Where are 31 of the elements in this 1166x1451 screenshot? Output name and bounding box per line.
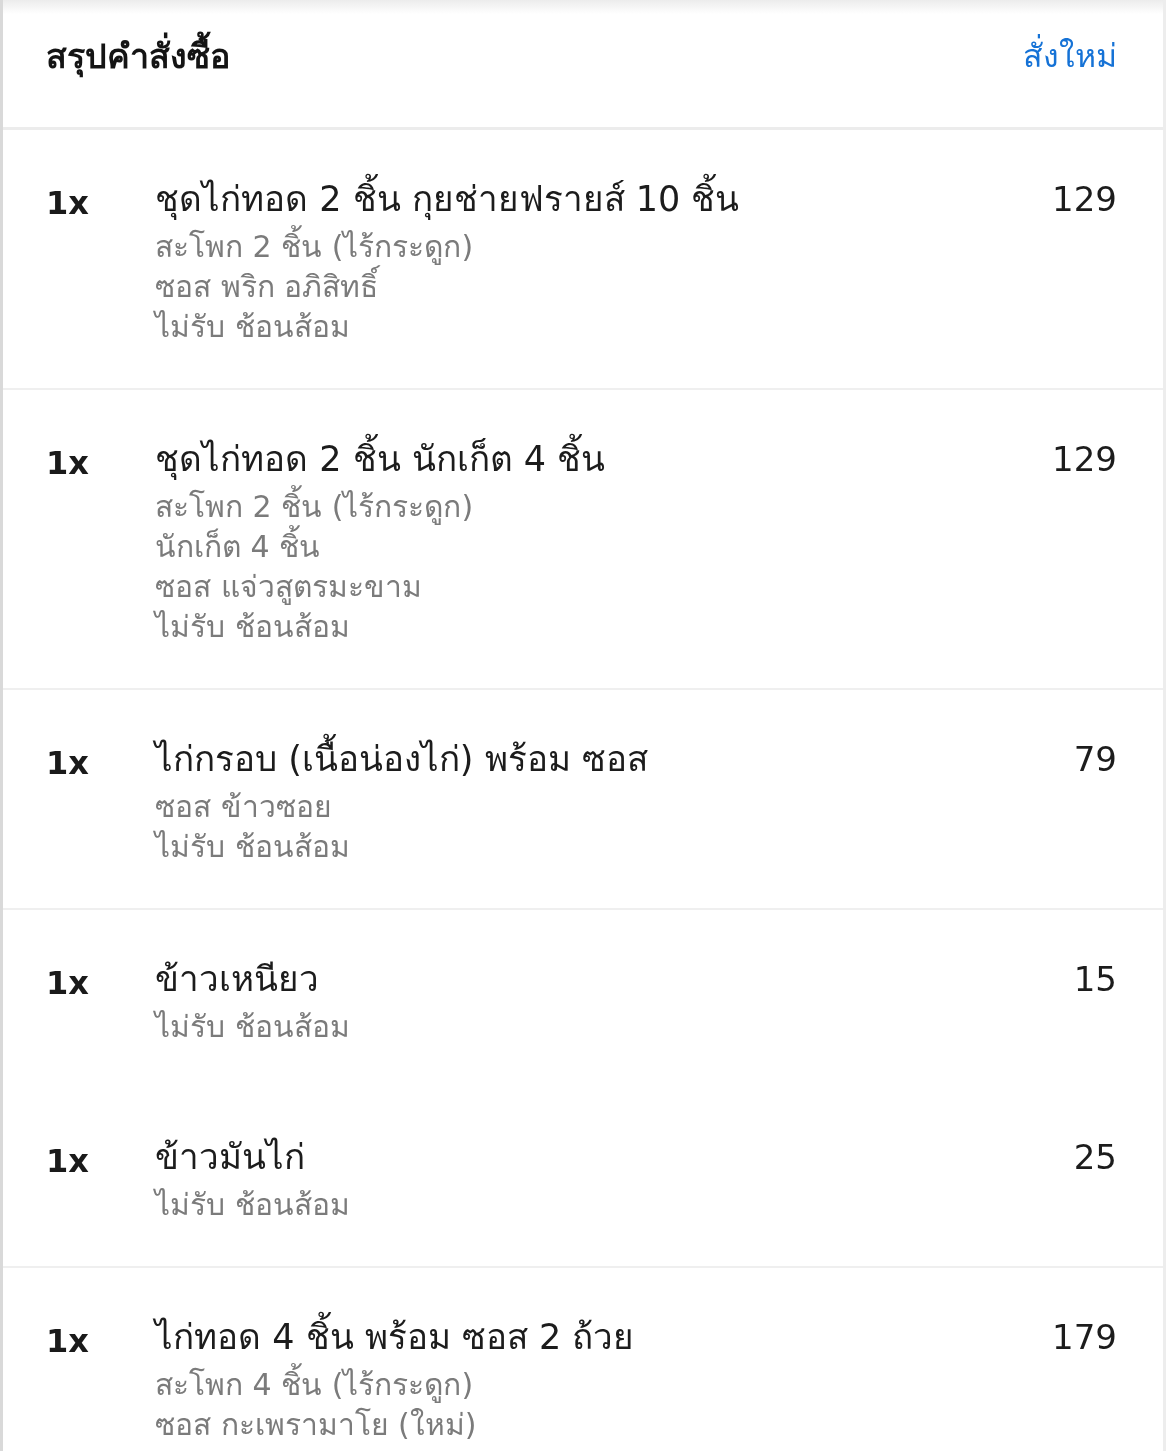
option-text: ไม่รับ ช้อนส้อม [155,1008,351,1046]
item-name: ข้าวเหนียว [155,958,320,1001]
item-price: 179 [1052,1316,1117,1359]
item-price: 129 [1052,438,1117,481]
option-text: ไม่รับ ช้อนส้อม [155,308,351,346]
quantity-label: 1x [46,963,90,1004]
option-text: ไม่รับ ช้อนส้อม [155,608,351,646]
item-name: ชุดไก่ทอด 2 ชิ้น กุยช่ายฟรายส์ 10 ชิ้น [155,173,1053,225]
quantity-label: 1x [46,1141,90,1182]
option-text: นักเก็ต 4 ชิ้น [155,527,1053,567]
option-text: ซอส กะเพรามาโย (ใหม่) [155,1406,478,1444]
item-name: ไก่ทอด 4 ชิ้น พร้อม ซอส 2 ถ้วย [155,1311,1053,1363]
option-text: ซอส แจ่วสูตรมะขาม [155,568,423,607]
item-name: ไก่กรอบ (เนื้อน่องไก่) พร้อม ซอส [155,733,1074,785]
option-text: ซอส พริก อภิสิทธิ์ [155,267,1053,307]
option-text: ไม่รับ ช้อนส้อม [155,828,351,866]
item-name: ข้าวมันไก่ [155,1136,306,1179]
header-title: สรุปคำสั่งซื้อ [46,33,230,78]
item-price: 129 [1052,178,1117,221]
item-price: 15 [1073,958,1117,1001]
quantity-label: 1x [46,183,90,224]
item-price: 25 [1073,1136,1117,1179]
item-name: ชุดไก่ทอด 2 ชิ้น นักเก็ต 4 ชิ้น [155,433,1053,485]
option-text: สะโพก 4 ชิ้น (ไร้กระดูก) [155,1365,1053,1405]
quantity-label: 1x [46,743,90,784]
quantity-label: 1x [46,443,90,484]
quantity-label: 1x [46,1321,90,1362]
option-text: ไม่รับ ช้อนส้อม [155,1186,351,1224]
item-price: 79 [1073,738,1117,781]
option-text: ซอส ข้าวซอย [155,788,333,826]
reorder-link[interactable]: สั่งใหม่ [1023,33,1117,78]
